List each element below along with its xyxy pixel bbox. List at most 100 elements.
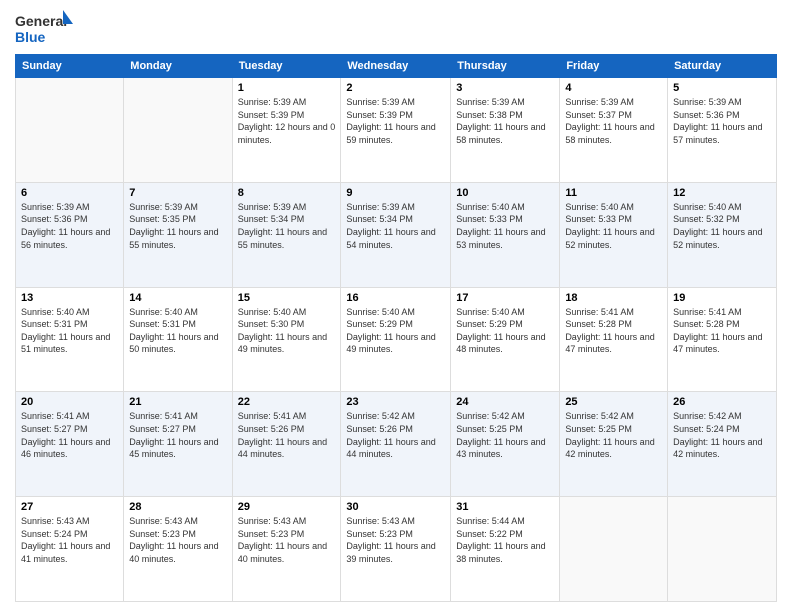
day-info: Sunrise: 5:40 AMSunset: 5:30 PMDaylight:… <box>238 306 336 356</box>
day-info: Sunrise: 5:43 AMSunset: 5:23 PMDaylight:… <box>129 515 226 565</box>
calendar-cell <box>124 78 232 183</box>
weekday-header-sunday: Sunday <box>16 55 124 78</box>
day-info: Sunrise: 5:39 AMSunset: 5:36 PMDaylight:… <box>21 201 118 251</box>
calendar-cell: 19Sunrise: 5:41 AMSunset: 5:28 PMDayligh… <box>668 287 777 392</box>
day-info: Sunrise: 5:40 AMSunset: 5:29 PMDaylight:… <box>456 306 554 356</box>
calendar-cell: 3Sunrise: 5:39 AMSunset: 5:38 PMDaylight… <box>451 78 560 183</box>
day-info: Sunrise: 5:39 AMSunset: 5:37 PMDaylight:… <box>565 96 662 146</box>
day-number: 16 <box>346 292 445 304</box>
weekday-header-friday: Friday <box>560 55 668 78</box>
calendar-cell: 30 Sunrise: 5:43 AMSunset: 5:23 PMDayligh… <box>341 497 451 602</box>
day-info: Sunrise: 5:39 AMSunset: 5:39 PMDaylight:… <box>238 96 336 146</box>
day-info: Sunrise: 5:43 AMSunset: 5:23 PMDaylight:… <box>346 515 445 565</box>
calendar-cell: 20 Sunrise: 5:41 AMSunset: 5:27 PMDayligh… <box>16 392 124 497</box>
day-number: 27 <box>21 501 118 513</box>
calendar-cell: 4 Sunrise: 5:39 AMSunset: 5:37 PMDaylight… <box>560 78 668 183</box>
day-number: 11 <box>565 187 662 199</box>
header: GeneralBlue <box>15 10 777 46</box>
day-number: 12 <box>673 187 771 199</box>
day-info: Sunrise: 5:41 AMSunset: 5:27 PMDaylight:… <box>21 410 118 460</box>
day-info: Sunrise: 5:41 AMSunset: 5:27 PMDaylight:… <box>129 410 226 460</box>
day-number: 15 <box>238 292 336 304</box>
day-info: Sunrise: 5:39 AMSunset: 5:35 PMDaylight:… <box>129 201 226 251</box>
weekday-header-monday: Monday <box>124 55 232 78</box>
calendar: SundayMondayTuesdayWednesdayThursdayFrid… <box>15 54 777 602</box>
calendar-cell: 5 Sunrise: 5:39 AMSunset: 5:36 PMDaylight… <box>668 78 777 183</box>
calendar-week-row: 13 Sunrise: 5:40 AMSunset: 5:31 PMDayligh… <box>16 287 777 392</box>
day-number: 9 <box>346 187 445 199</box>
day-number: 4 <box>565 82 662 94</box>
calendar-cell: 13 Sunrise: 5:40 AMSunset: 5:31 PMDayligh… <box>16 287 124 392</box>
day-number: 18 <box>565 292 662 304</box>
day-info: Sunrise: 5:41 AMSunset: 5:28 PMDaylight:… <box>673 306 771 356</box>
svg-text:Blue: Blue <box>15 29 46 45</box>
day-number: 20 <box>21 396 118 408</box>
day-number: 1 <box>238 82 336 94</box>
day-number: 13 <box>21 292 118 304</box>
day-info: Sunrise: 5:42 AMSunset: 5:24 PMDaylight:… <box>673 410 771 460</box>
calendar-cell: 18Sunrise: 5:41 AMSunset: 5:28 PMDayligh… <box>560 287 668 392</box>
day-number: 28 <box>129 501 226 513</box>
calendar-cell: 28 Sunrise: 5:43 AMSunset: 5:23 PMDayligh… <box>124 497 232 602</box>
day-info: Sunrise: 5:40 AMSunset: 5:31 PMDaylight:… <box>129 306 226 356</box>
calendar-cell <box>560 497 668 602</box>
calendar-cell: 9 Sunrise: 5:39 AMSunset: 5:34 PMDaylight… <box>341 182 451 287</box>
weekday-header-tuesday: Tuesday <box>232 55 341 78</box>
day-info: Sunrise: 5:43 AMSunset: 5:23 PMDaylight:… <box>238 515 336 565</box>
day-number: 3 <box>456 82 554 94</box>
day-number: 17 <box>456 292 554 304</box>
calendar-cell: 1 Sunrise: 5:39 AMSunset: 5:39 PMDaylight… <box>232 78 341 183</box>
calendar-cell: 2 Sunrise: 5:39 AMSunset: 5:39 PMDaylight… <box>341 78 451 183</box>
calendar-cell: 25 Sunrise: 5:42 AMSunset: 5:25 PMDayligh… <box>560 392 668 497</box>
calendar-header-row: SundayMondayTuesdayWednesdayThursdayFrid… <box>16 55 777 78</box>
calendar-cell: 31Sunrise: 5:44 AMSunset: 5:22 PMDayligh… <box>451 497 560 602</box>
logo: GeneralBlue <box>15 10 75 46</box>
calendar-week-row: 20 Sunrise: 5:41 AMSunset: 5:27 PMDayligh… <box>16 392 777 497</box>
calendar-week-row: 1 Sunrise: 5:39 AMSunset: 5:39 PMDaylight… <box>16 78 777 183</box>
day-info: Sunrise: 5:40 AMSunset: 5:32 PMDaylight:… <box>673 201 771 251</box>
day-info: Sunrise: 5:40 AMSunset: 5:33 PMDaylight:… <box>565 201 662 251</box>
calendar-cell: 15 Sunrise: 5:40 AMSunset: 5:30 PMDayligh… <box>232 287 341 392</box>
calendar-week-row: 6 Sunrise: 5:39 AMSunset: 5:36 PMDaylight… <box>16 182 777 287</box>
day-info: Sunrise: 5:44 AMSunset: 5:22 PMDaylight:… <box>456 515 554 565</box>
calendar-cell: 29 Sunrise: 5:43 AMSunset: 5:23 PMDayligh… <box>232 497 341 602</box>
day-number: 6 <box>21 187 118 199</box>
calendar-cell: 6 Sunrise: 5:39 AMSunset: 5:36 PMDaylight… <box>16 182 124 287</box>
day-info: Sunrise: 5:40 AMSunset: 5:31 PMDaylight:… <box>21 306 118 356</box>
calendar-cell: 7Sunrise: 5:39 AMSunset: 5:35 PMDaylight… <box>124 182 232 287</box>
calendar-cell: 12 Sunrise: 5:40 AMSunset: 5:32 PMDayligh… <box>668 182 777 287</box>
calendar-cell: 21 Sunrise: 5:41 AMSunset: 5:27 PMDayligh… <box>124 392 232 497</box>
day-number: 24 <box>456 396 554 408</box>
day-number: 10 <box>456 187 554 199</box>
day-number: 22 <box>238 396 336 408</box>
day-info: Sunrise: 5:40 AMSunset: 5:33 PMDaylight:… <box>456 201 554 251</box>
calendar-cell <box>16 78 124 183</box>
day-number: 8 <box>238 187 336 199</box>
logo-svg: GeneralBlue <box>15 10 75 46</box>
calendar-cell: 17 Sunrise: 5:40 AMSunset: 5:29 PMDayligh… <box>451 287 560 392</box>
day-number: 29 <box>238 501 336 513</box>
calendar-cell: 23Sunrise: 5:42 AMSunset: 5:26 PMDayligh… <box>341 392 451 497</box>
day-info: Sunrise: 5:39 AMSunset: 5:34 PMDaylight:… <box>238 201 336 251</box>
day-number: 30 <box>346 501 445 513</box>
weekday-header-saturday: Saturday <box>668 55 777 78</box>
day-number: 14 <box>129 292 226 304</box>
day-number: 2 <box>346 82 445 94</box>
day-info: Sunrise: 5:39 AMSunset: 5:39 PMDaylight:… <box>346 96 445 146</box>
day-info: Sunrise: 5:39 AMSunset: 5:34 PMDaylight:… <box>346 201 445 251</box>
day-info: Sunrise: 5:42 AMSunset: 5:26 PMDaylight:… <box>346 410 445 460</box>
calendar-cell: 27Sunrise: 5:43 AMSunset: 5:24 PMDayligh… <box>16 497 124 602</box>
calendar-week-row: 27Sunrise: 5:43 AMSunset: 5:24 PMDayligh… <box>16 497 777 602</box>
day-info: Sunrise: 5:42 AMSunset: 5:25 PMDaylight:… <box>565 410 662 460</box>
calendar-cell <box>668 497 777 602</box>
day-info: Sunrise: 5:42 AMSunset: 5:25 PMDaylight:… <box>456 410 554 460</box>
day-info: Sunrise: 5:39 AMSunset: 5:36 PMDaylight:… <box>673 96 771 146</box>
weekday-header-wednesday: Wednesday <box>341 55 451 78</box>
day-number: 25 <box>565 396 662 408</box>
weekday-header-thursday: Thursday <box>451 55 560 78</box>
day-number: 21 <box>129 396 226 408</box>
calendar-cell: 26 Sunrise: 5:42 AMSunset: 5:24 PMDayligh… <box>668 392 777 497</box>
day-number: 26 <box>673 396 771 408</box>
calendar-cell: 16Sunrise: 5:40 AMSunset: 5:29 PMDayligh… <box>341 287 451 392</box>
day-number: 5 <box>673 82 771 94</box>
